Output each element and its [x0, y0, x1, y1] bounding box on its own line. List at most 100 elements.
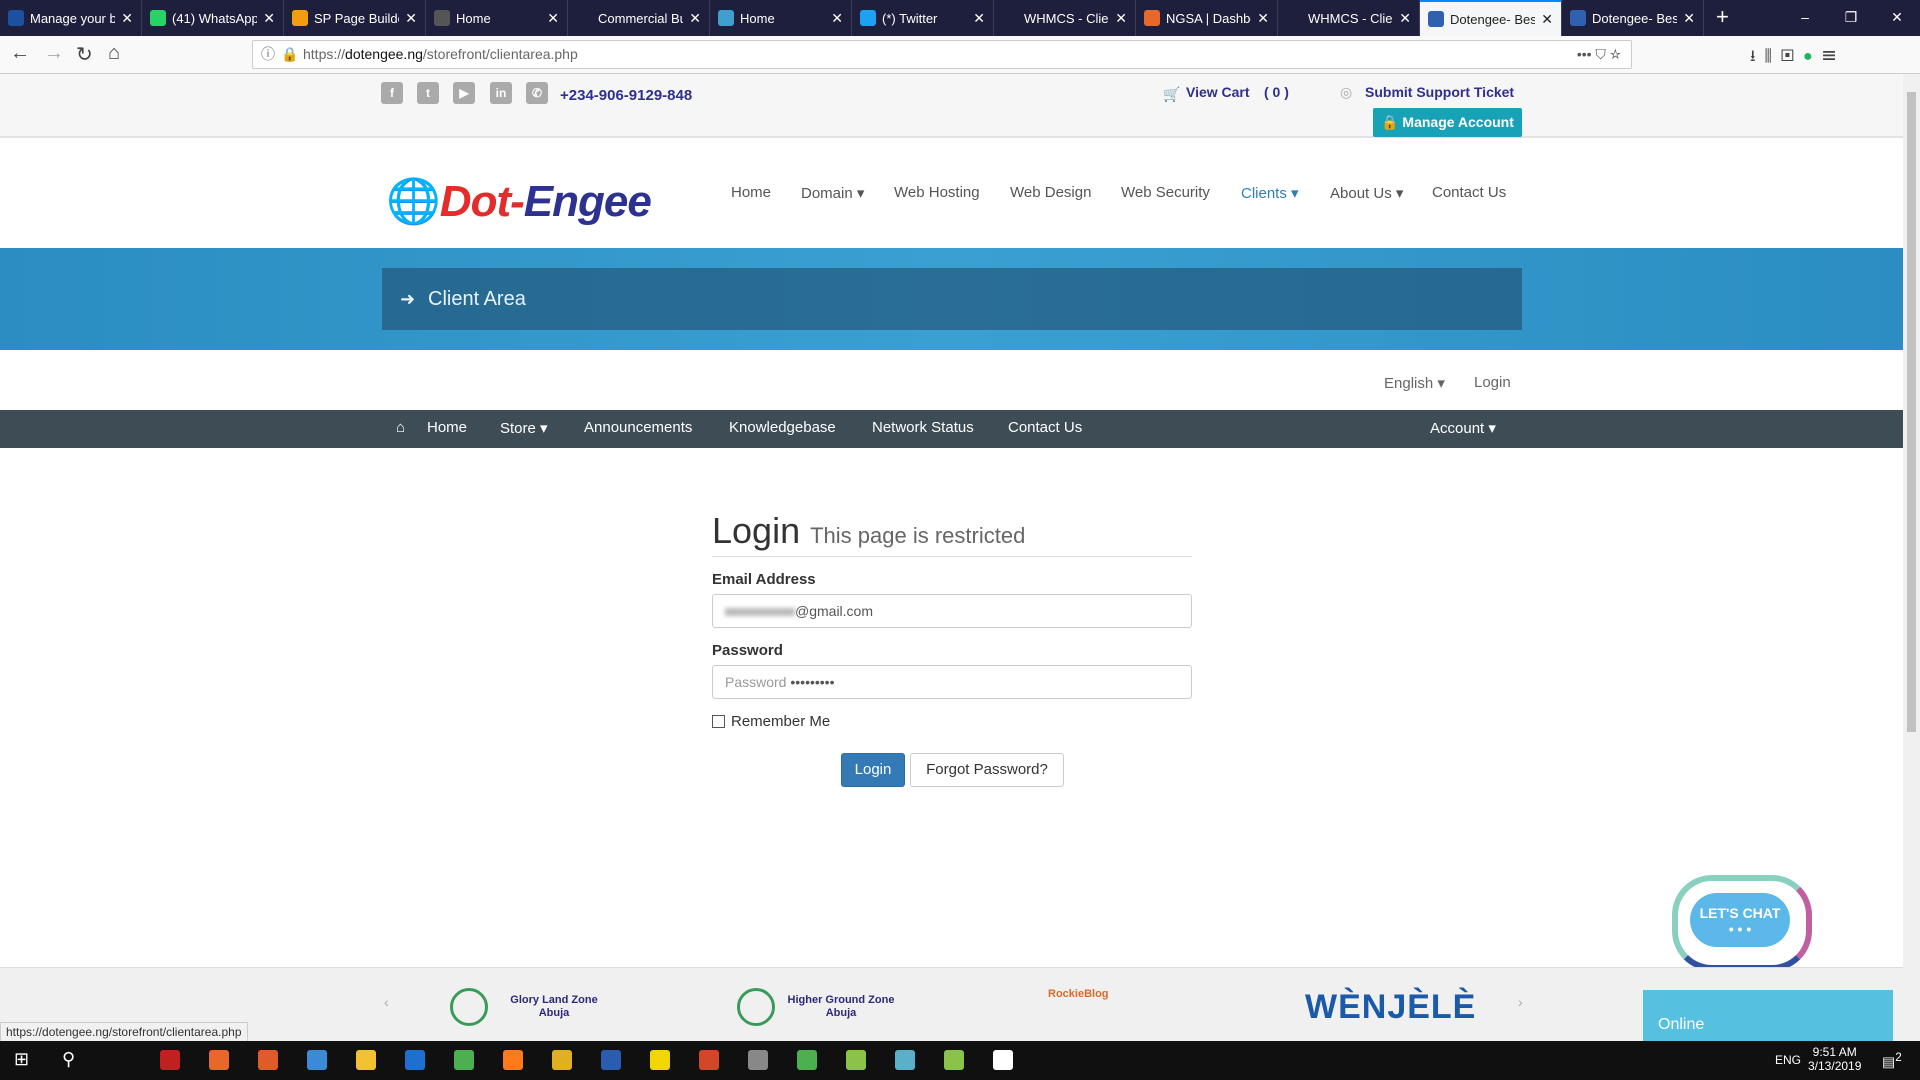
- taskbar-app-icon[interactable]: [748, 1050, 768, 1070]
- main-nav-item[interactable]: Web Design: [1010, 184, 1091, 201]
- submit-ticket-link[interactable]: Submit Support Ticket: [1365, 84, 1514, 100]
- main-nav-item[interactable]: Domain ▾: [801, 184, 864, 202]
- back-icon[interactable]: ←: [10, 42, 30, 65]
- tab-close-icon[interactable]: ✕: [831, 10, 843, 27]
- taskbar-app-icon[interactable]: [503, 1050, 523, 1070]
- client-nav-account[interactable]: Account ▾: [1430, 419, 1496, 437]
- client-nav-item[interactable]: Announcements: [584, 419, 692, 436]
- tab-close-icon[interactable]: ✕: [689, 10, 701, 27]
- taskbar-app-icon[interactable]: [797, 1050, 817, 1070]
- taskbar-app-icon[interactable]: [160, 1050, 180, 1070]
- tab-close-icon[interactable]: ✕: [973, 10, 985, 27]
- taskbar-app-icon[interactable]: [601, 1050, 621, 1070]
- toolbar-icons[interactable]: ⭳ ⫼ ▣ ● ☰: [1750, 45, 1837, 72]
- taskbar-app-icon[interactable]: [405, 1050, 425, 1070]
- page-actions-icon[interactable]: ••• ⛉ ☆: [1577, 41, 1621, 68]
- view-cart-link[interactable]: View Cart: [1186, 84, 1250, 100]
- main-nav-item[interactable]: Home: [731, 184, 771, 201]
- partner-logo[interactable]: WÈNJÈLÈ: [1305, 986, 1476, 1026]
- taskbar-app-icon[interactable]: [944, 1050, 964, 1070]
- carousel-next-icon[interactable]: ›: [1518, 994, 1523, 1010]
- notification-icon[interactable]: ▤2: [1882, 1051, 1902, 1071]
- remember-me[interactable]: Remember Me: [712, 713, 1192, 730]
- close-window-icon[interactable]: ✕: [1874, 0, 1920, 34]
- main-nav-item[interactable]: Clients ▾: [1241, 184, 1299, 202]
- browser-tab[interactable]: Manage your b ✕: [0, 0, 142, 36]
- taskbar-app-icon[interactable]: [846, 1050, 866, 1070]
- taskbar-app-icon[interactable]: [650, 1050, 670, 1070]
- language-dropdown[interactable]: English ▾: [1384, 374, 1445, 392]
- phone-icon[interactable]: ✆: [526, 82, 548, 104]
- minimize-icon[interactable]: –: [1782, 0, 1828, 34]
- browser-tab[interactable]: NGSA | Dashbo ✕: [1136, 0, 1278, 36]
- client-nav-item[interactable]: Contact Us: [1008, 419, 1082, 436]
- reload-icon[interactable]: ↻: [76, 42, 93, 67]
- client-nav-item[interactable]: Home: [427, 419, 467, 436]
- tab-close-icon[interactable]: ✕: [1399, 10, 1411, 27]
- taskbar-app-icon[interactable]: [454, 1050, 474, 1070]
- tab-close-icon[interactable]: ✕: [1115, 10, 1127, 27]
- twitter-icon[interactable]: t: [417, 82, 439, 104]
- url-bar[interactable]: ⓘ 🔒 https://dotengee.ng/storefront/clien…: [252, 40, 1632, 69]
- browser-tab[interactable]: WHMCS - Client Pr ✕: [1278, 0, 1420, 36]
- taskbar-app-icon[interactable]: [209, 1050, 229, 1070]
- browser-tab[interactable]: Commercial Busine ✕: [568, 0, 710, 36]
- page-scrollbar[interactable]: [1903, 74, 1920, 1041]
- restore-icon[interactable]: ❐: [1828, 0, 1874, 34]
- tab-close-icon[interactable]: ✕: [405, 10, 417, 27]
- clock[interactable]: 9:51 AM 3/13/2019: [1808, 1045, 1861, 1073]
- taskbar-app-icon[interactable]: [356, 1050, 376, 1070]
- new-tab-icon[interactable]: +: [1704, 0, 1741, 36]
- browser-tab[interactable]: Home ✕: [710, 0, 852, 36]
- browser-tab[interactable]: (*) Twitter ✕: [852, 0, 994, 36]
- partner-logo[interactable]: RockieBlog: [1048, 988, 1109, 1001]
- search-icon[interactable]: ⚲: [62, 1049, 75, 1070]
- browser-tab[interactable]: Dotengee- Best ✕: [1562, 0, 1704, 36]
- client-nav-item[interactable]: Knowledgebase: [729, 419, 836, 436]
- carousel-prev-icon[interactable]: ‹: [384, 994, 389, 1010]
- tab-close-icon[interactable]: ✕: [1683, 10, 1695, 27]
- taskbar-app-icon[interactable]: [993, 1050, 1013, 1070]
- login-link[interactable]: Login: [1474, 374, 1511, 391]
- main-nav-item[interactable]: Web Security: [1121, 184, 1210, 201]
- taskbar-app-icon[interactable]: [258, 1050, 278, 1070]
- taskbar-app-icon[interactable]: [895, 1050, 915, 1070]
- facebook-icon[interactable]: f: [381, 82, 403, 104]
- taskbar-app-icon[interactable]: [699, 1050, 719, 1070]
- tab-close-icon[interactable]: ✕: [1257, 10, 1269, 27]
- browser-tab[interactable]: WHMCS - Client Pr ✕: [994, 0, 1136, 36]
- tab-close-icon[interactable]: ✕: [121, 10, 133, 27]
- remember-checkbox[interactable]: [712, 715, 725, 728]
- start-icon[interactable]: ⊞: [14, 1049, 29, 1070]
- main-nav-item[interactable]: Contact Us: [1432, 184, 1506, 201]
- partner-logo[interactable]: Higher Ground Zone Abuja: [737, 988, 901, 1026]
- tab-close-icon[interactable]: ✕: [263, 10, 275, 27]
- info-icon[interactable]: ⓘ: [261, 41, 275, 68]
- manage-account-button[interactable]: 🔒 Manage Account: [1373, 108, 1522, 137]
- site-logo[interactable]: 🌐Dot-Engee: [386, 175, 652, 227]
- tab-close-icon[interactable]: ✕: [547, 10, 559, 27]
- main-nav-item[interactable]: About Us ▾: [1330, 184, 1403, 202]
- youtube-icon[interactable]: ▶: [453, 82, 475, 104]
- browser-tab[interactable]: SP Page Builder ✕: [284, 0, 426, 36]
- browser-tab[interactable]: Home ✕: [426, 0, 568, 36]
- browser-tab[interactable]: Dotengee- Best ✕: [1420, 0, 1562, 36]
- email-field[interactable]: @gmail.com: [712, 594, 1192, 628]
- password-field[interactable]: Password •••••••••: [712, 665, 1192, 699]
- home-icon[interactable]: ⌂: [108, 42, 120, 65]
- taskbar-app-icon[interactable]: [307, 1050, 327, 1070]
- tab-close-icon[interactable]: ✕: [1541, 11, 1553, 28]
- client-nav-item[interactable]: Store ▾: [500, 419, 548, 437]
- partner-logo[interactable]: Glory Land Zone Abuja: [450, 988, 614, 1026]
- taskbar-app-icon[interactable]: [552, 1050, 572, 1070]
- chat-online-bar[interactable]: Online: [1643, 990, 1893, 1041]
- language-indicator[interactable]: ENG: [1775, 1053, 1801, 1067]
- forward-icon[interactable]: →: [44, 42, 64, 65]
- forgot-password-button[interactable]: Forgot Password?: [910, 753, 1064, 787]
- login-button[interactable]: Login: [841, 753, 905, 787]
- browser-tab[interactable]: (41) WhatsApp ✕: [142, 0, 284, 36]
- linkedin-icon[interactable]: in: [490, 82, 512, 104]
- scrollbar-thumb[interactable]: [1907, 92, 1916, 732]
- main-nav-item[interactable]: Web Hosting: [894, 184, 980, 201]
- client-nav-item[interactable]: Network Status: [872, 419, 974, 436]
